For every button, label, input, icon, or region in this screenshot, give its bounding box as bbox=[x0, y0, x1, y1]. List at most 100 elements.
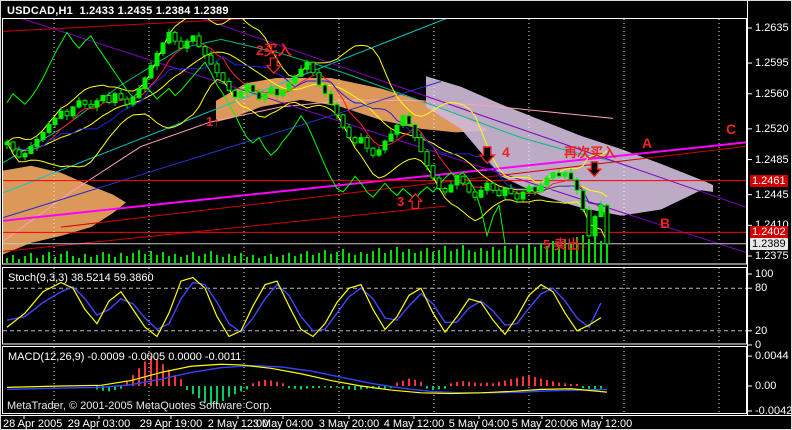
price-axis-tick[interactable]: 1.2560 bbox=[755, 88, 789, 100]
candle-body bbox=[346, 126, 352, 139]
volume-bar bbox=[522, 248, 524, 263]
candle-body bbox=[376, 149, 382, 156]
candle-body bbox=[292, 75, 298, 84]
volume-bar bbox=[156, 255, 158, 263]
volume-bar bbox=[294, 256, 296, 263]
candle-body bbox=[28, 145, 34, 154]
volume-bar bbox=[198, 256, 200, 263]
stoch-axis-tick[interactable]: 80 bbox=[755, 282, 767, 294]
candle-body bbox=[358, 137, 364, 144]
candle-body bbox=[160, 42, 166, 54]
time-axis-label[interactable]: 29 Apr 19:00 bbox=[140, 418, 202, 429]
candle-body bbox=[244, 84, 250, 93]
volume-bar bbox=[144, 254, 146, 263]
candle-body bbox=[526, 186, 532, 193]
candle-body bbox=[466, 182, 472, 193]
chart-annotation: 1↑ bbox=[206, 114, 220, 129]
chart-canvas[interactable] bbox=[1, 1, 792, 430]
time-axis-label[interactable]: 3 May 20:00 bbox=[319, 418, 380, 429]
volume-bar bbox=[510, 249, 512, 263]
price-axis-tick[interactable]: 1.2635 bbox=[755, 22, 789, 34]
candle-body bbox=[112, 93, 118, 104]
time-axis-label[interactable]: 4 May 12:00 bbox=[384, 418, 445, 429]
candle-body bbox=[310, 61, 316, 74]
candle-body bbox=[136, 88, 142, 98]
volume-bar bbox=[240, 253, 242, 263]
candle-body bbox=[508, 187, 514, 195]
candle-body bbox=[520, 191, 526, 200]
volume-bar bbox=[108, 254, 110, 263]
volume-bar bbox=[504, 246, 506, 263]
current-price-label[interactable]: 1.2389 bbox=[750, 237, 788, 250]
candle-body bbox=[154, 52, 160, 67]
volume-bar bbox=[210, 251, 212, 263]
volume-bar bbox=[468, 250, 470, 263]
volume-bar bbox=[378, 248, 380, 263]
time-axis-label[interactable]: 5 May 20:00 bbox=[512, 418, 573, 429]
volume-bar bbox=[114, 257, 116, 263]
volume-bar bbox=[300, 254, 302, 263]
volume-bar bbox=[138, 250, 140, 263]
volume-bar bbox=[96, 255, 98, 263]
candle-body bbox=[268, 88, 274, 95]
candle-body bbox=[100, 95, 106, 102]
volume-bar bbox=[480, 248, 482, 263]
macd-axis-tick[interactable]: 0.00 bbox=[755, 380, 776, 392]
volume-bar bbox=[330, 254, 332, 263]
candle-body bbox=[322, 84, 328, 95]
stoch-axis-tick[interactable]: 100 bbox=[755, 268, 773, 280]
volume-bar bbox=[492, 247, 494, 263]
price-axis-tick[interactable]: 1.2375 bbox=[755, 250, 789, 262]
price-axis-tick[interactable]: 1.2485 bbox=[755, 154, 789, 166]
price-axis-tick[interactable]: 1.2445 bbox=[755, 189, 789, 201]
macd-axis-tick[interactable]: 0.0044 bbox=[755, 350, 789, 362]
candle-body bbox=[214, 63, 220, 74]
volume-bar bbox=[444, 246, 446, 263]
candle-body bbox=[196, 35, 202, 47]
candle-body bbox=[46, 123, 52, 133]
price-axis-tick[interactable]: 1.2520 bbox=[755, 123, 789, 135]
volume-bar bbox=[258, 258, 260, 263]
candle-body bbox=[442, 187, 448, 193]
candle-body bbox=[178, 40, 184, 49]
candle-body bbox=[334, 103, 340, 116]
volume-bar bbox=[162, 252, 164, 263]
candle-body bbox=[418, 137, 424, 153]
candle-body bbox=[256, 91, 262, 100]
candle-body bbox=[34, 138, 40, 147]
chart-annotation: 再次买入 bbox=[564, 145, 617, 160]
volume-bar bbox=[48, 252, 50, 263]
volume-bar bbox=[12, 255, 14, 263]
candle-body bbox=[286, 82, 292, 91]
volume-bar bbox=[36, 258, 38, 263]
time-axis-label[interactable]: 28 Apr 2005 bbox=[3, 418, 62, 429]
candle-body bbox=[406, 115, 412, 125]
candle-body bbox=[490, 182, 496, 191]
volume-bar bbox=[414, 253, 416, 263]
volume-bar bbox=[60, 254, 62, 263]
volume-bar bbox=[192, 252, 194, 263]
volume-bar bbox=[348, 253, 350, 263]
alert-price-label[interactable]: 1.2461 bbox=[750, 174, 788, 187]
candle-body bbox=[304, 61, 310, 70]
candle-body bbox=[478, 189, 484, 198]
stoch-axis-tick[interactable]: 20 bbox=[755, 325, 767, 337]
main-panel[interactable] bbox=[1, 1, 791, 263]
time-axis-label[interactable]: 5 May 04:00 bbox=[449, 418, 510, 429]
alert-price-label[interactable]: 1.2402 bbox=[750, 226, 788, 239]
volume-bar bbox=[420, 251, 422, 263]
candle-body bbox=[532, 186, 538, 193]
candle-body bbox=[208, 54, 214, 65]
volume-bar bbox=[408, 249, 410, 263]
volume-bar bbox=[186, 255, 188, 263]
candle-body bbox=[118, 93, 124, 100]
volume-bar bbox=[360, 252, 362, 263]
volume-bar bbox=[402, 252, 404, 263]
time-axis-label[interactable]: 29 Apr 03:00 bbox=[68, 418, 130, 429]
macd-axis-tick[interactable]: -0.0042 bbox=[755, 405, 791, 417]
volume-bar bbox=[84, 254, 86, 263]
time-axis-label[interactable]: 6 May 12:00 bbox=[572, 418, 633, 429]
candle-body bbox=[280, 89, 286, 97]
time-axis-label[interactable]: 3 May 04:00 bbox=[253, 418, 314, 429]
price-axis-tick[interactable]: 1.2595 bbox=[755, 57, 789, 69]
